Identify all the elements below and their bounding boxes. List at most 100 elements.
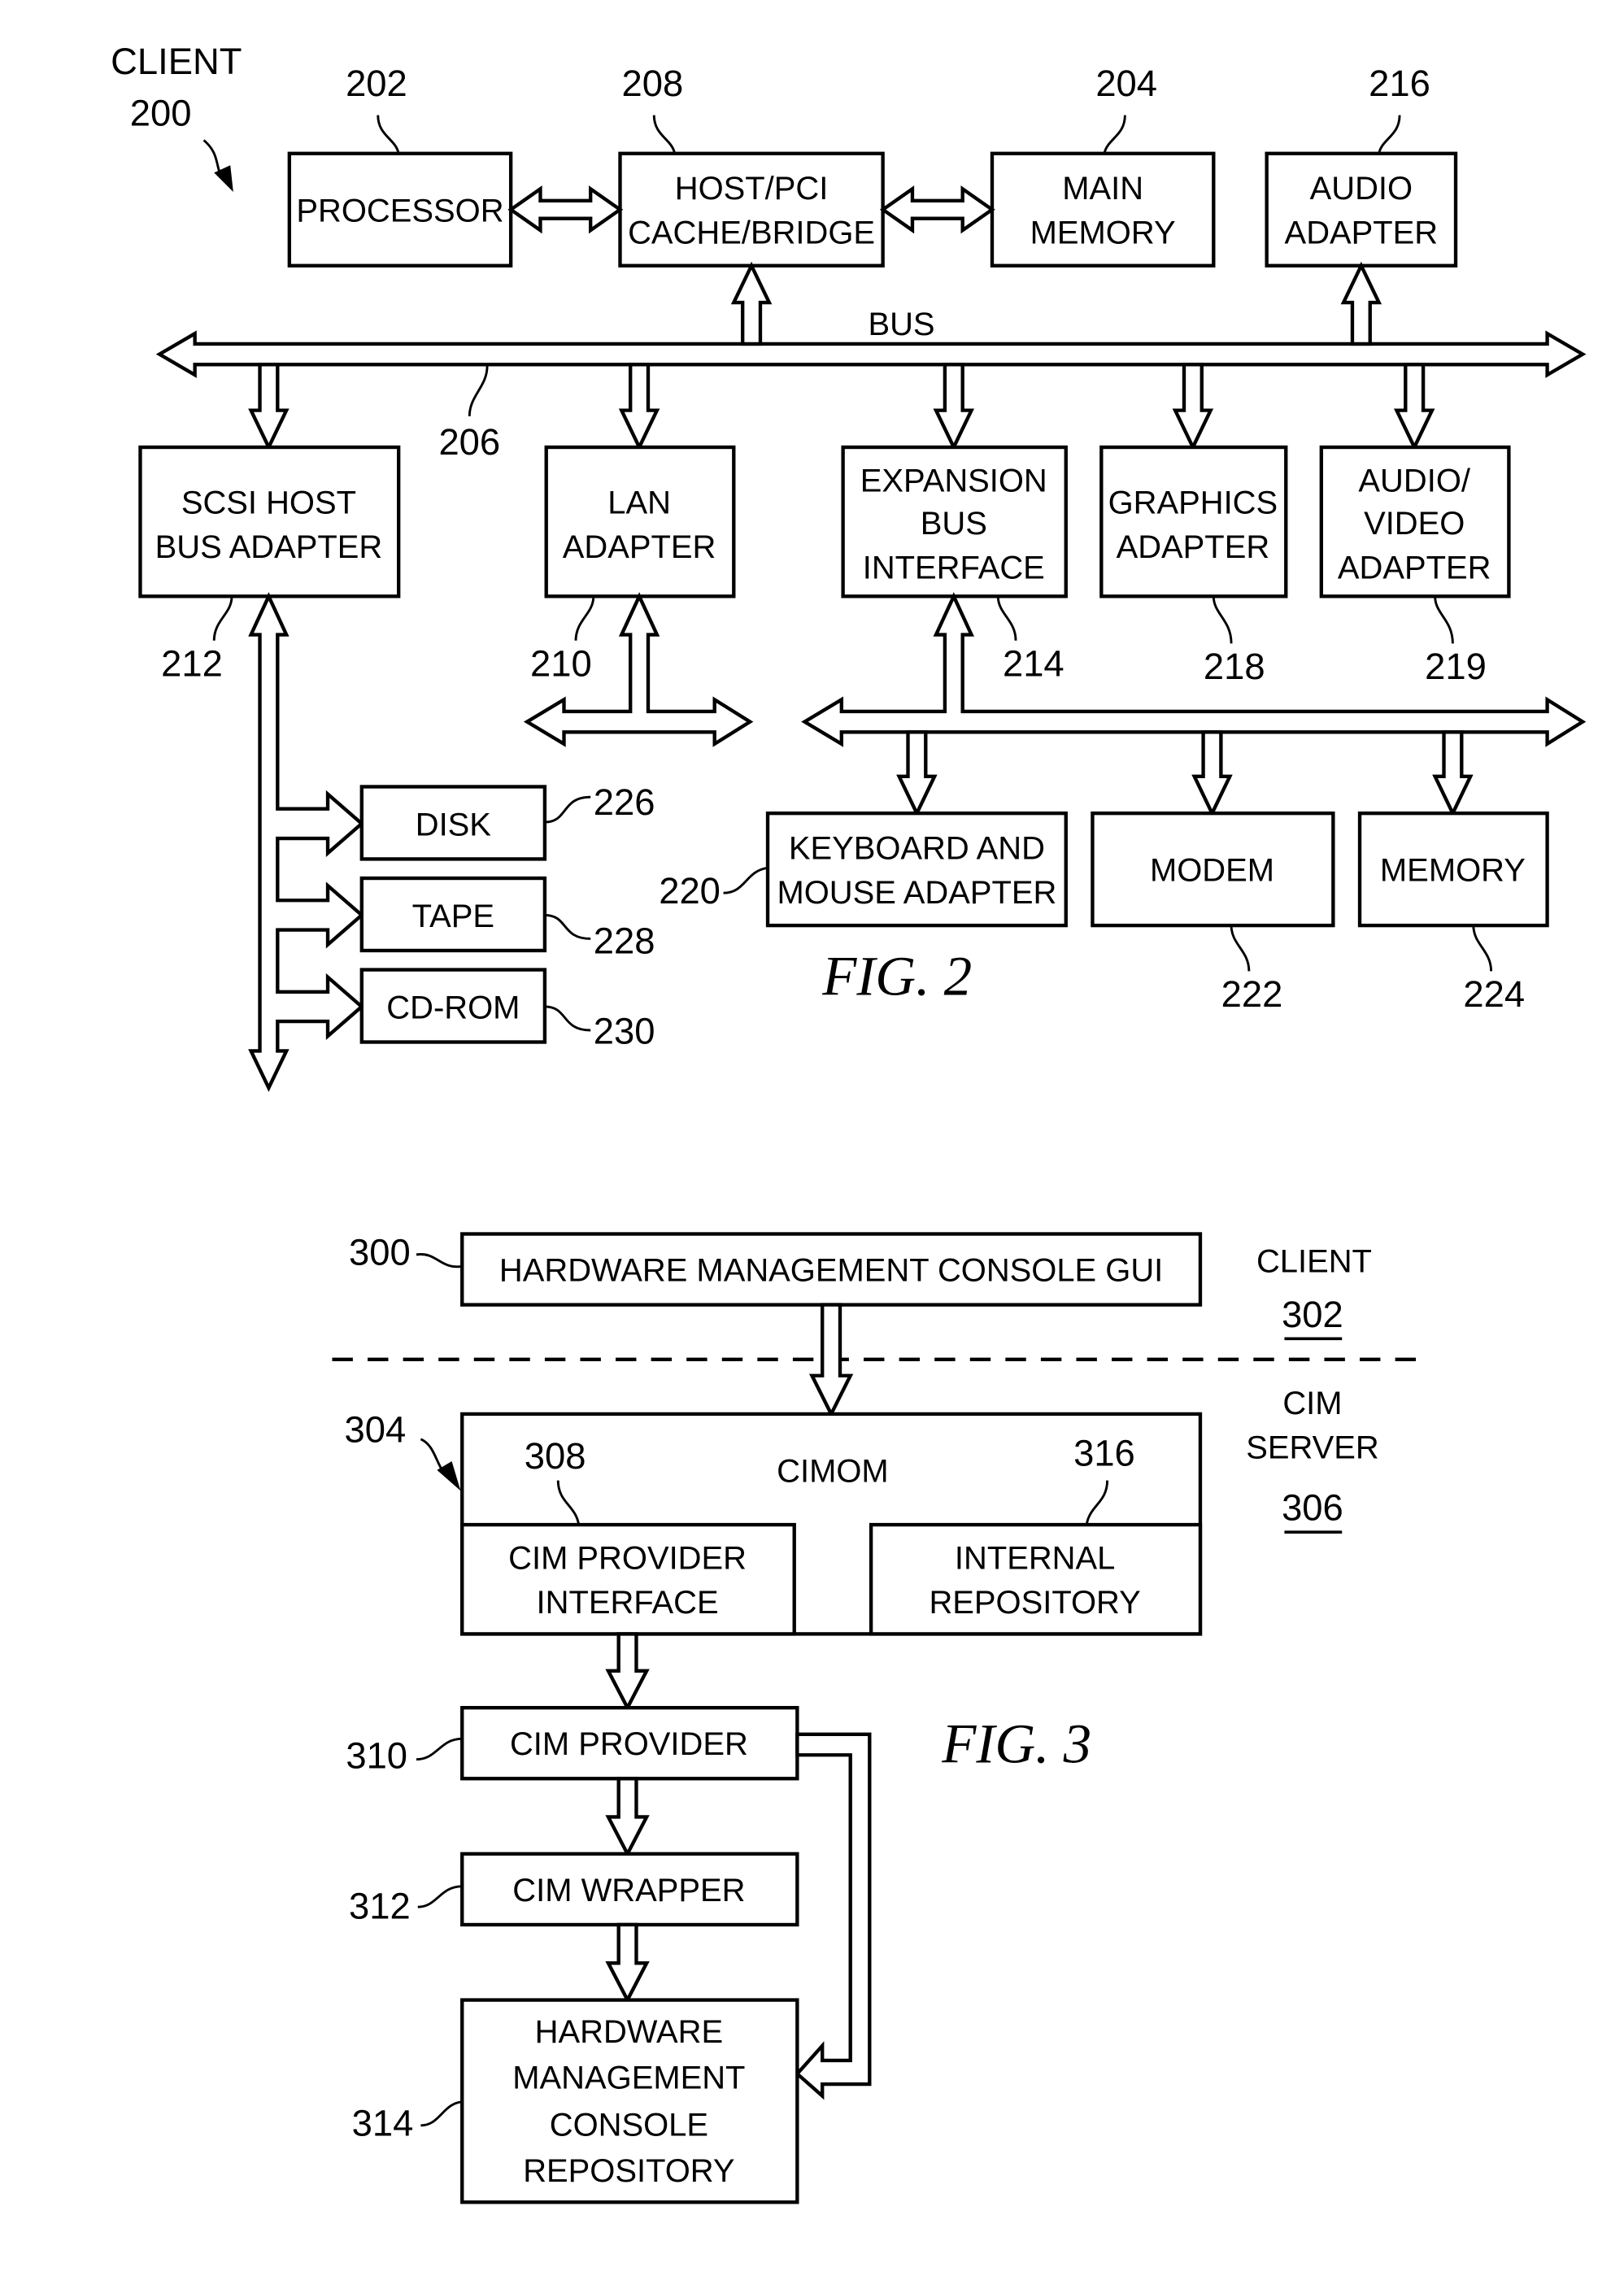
provider-interface-ref: 308 (525, 1435, 586, 1477)
disk-leader-line (544, 795, 591, 824)
provider-interface-label-line1: CIM PROVIDER (508, 1541, 747, 1577)
keyboard-label-line2: MOUSE ADAPTER (777, 875, 1056, 911)
internal-repository-label-line2: REPOSITORY (929, 1585, 1140, 1621)
audio-video-block: AUDIO/ VIDEO ADAPTER 219 (1319, 445, 1511, 687)
main-memory-leader-line (1103, 115, 1126, 154)
modem-block: MODEM 222 (1091, 811, 1335, 1015)
bus-to-graphics-arrow-icon (1172, 363, 1214, 452)
audio-video-label-line1: AUDIO/ (1358, 463, 1470, 498)
memory-block: MEMORY 224 (1357, 811, 1549, 1015)
client-label: CLIENT (111, 41, 242, 82)
figure-2: CLIENT 200 PROCESSOR 202 HOST/PCI CACHE/… (111, 41, 1587, 1092)
bus-to-audio-arrow-icon (1340, 261, 1382, 346)
audio-video-label-line2: VIDEO (1364, 506, 1465, 542)
exp-to-keyboard-arrow-icon (896, 730, 938, 818)
provider-interface-label-line2: INTERFACE (537, 1585, 719, 1621)
tape-block: TAPE 228 (359, 876, 655, 962)
client-ref: 200 (130, 92, 192, 133)
internal-repository-ref: 316 (1073, 1432, 1135, 1473)
tape-leader-line (544, 913, 591, 940)
expansion-label-line2: BUS (921, 506, 987, 542)
disk-block: DISK 226 (359, 781, 655, 861)
fig3-server-label-line1: CIM (1282, 1386, 1342, 1421)
cdrom-leader-line (544, 1005, 591, 1032)
expansion-label-line3: INTERFACE (863, 551, 1045, 586)
provider-to-repository-bypass-arrow (795, 1732, 872, 2100)
figure-3: HARDWARE MANAGEMENT CONSOLE GUI 300 CLIE… (332, 1232, 1430, 2204)
hmc-repository-label-line2: MANAGEMENT (512, 2060, 745, 2095)
fig3-server-label-line2: SERVER (1246, 1430, 1378, 1465)
lan-ref: 210 (530, 642, 592, 684)
bus-leader-line (468, 366, 489, 416)
hmc-gui-label: HARDWARE MANAGEMENT CONSOLE GUI (499, 1253, 1163, 1289)
graphics-ref: 218 (1204, 646, 1265, 687)
modem-label: MODEM (1150, 853, 1274, 889)
hmc-gui-ref: 300 (349, 1232, 411, 1273)
lan-box (544, 445, 736, 598)
cimom-ref: 304 (345, 1408, 407, 1450)
exp-to-modem-arrow-icon (1191, 730, 1233, 818)
bus-ref: 206 (438, 421, 500, 463)
host-pci-ref: 208 (622, 63, 684, 104)
audio-adapter-block: AUDIO ADAPTER 216 (1265, 63, 1458, 268)
audio-video-leader-line (1434, 596, 1454, 644)
memory-label: MEMORY (1380, 853, 1526, 889)
hmc-repository-leader-line (420, 2100, 463, 2127)
internal-repository-label-line1: INTERNAL (955, 1541, 1115, 1577)
host-pci-leader-line (652, 115, 677, 154)
cim-provider-leader-line (416, 1737, 463, 1761)
figure-3-caption: FIG. 3 (941, 1712, 1091, 1774)
provider-to-wrapper-arrow-icon (605, 1777, 650, 1858)
tape-ref: 228 (594, 920, 655, 962)
processor-label: PROCESSOR (296, 193, 503, 228)
lan-leader-line (574, 596, 595, 641)
exp-to-memory-arrow-icon (1432, 730, 1474, 818)
processor-bridge-arrow-icon (507, 185, 624, 234)
cdrom-label: CD-ROM (386, 990, 520, 1025)
expansion-leader-line (996, 596, 1017, 641)
lan-label-line1: LAN (607, 485, 671, 521)
wrapper-to-repository-arrow-icon (605, 1922, 650, 2004)
keyboard-label-line1: KEYBOARD AND (789, 830, 1045, 866)
bus-label: BUS (868, 307, 934, 342)
hmc-repository-block: HARDWARE MANAGEMENT CONSOLE REPOSITORY 3… (352, 1998, 799, 2204)
scsi-box (138, 445, 401, 598)
scsi-ref: 212 (161, 642, 223, 684)
main-memory-label-line2: MEMORY (1030, 215, 1176, 251)
disk-ref: 226 (594, 781, 655, 823)
cim-wrapper-ref: 312 (349, 1886, 411, 1927)
graphics-block: GRAPHICS ADAPTER 218 (1099, 445, 1288, 687)
audio-video-ref: 219 (1425, 646, 1487, 687)
keyboard-block: KEYBOARD AND MOUSE ADAPTER 220 (659, 811, 1068, 928)
tape-label: TAPE (412, 899, 494, 934)
keyboard-ref: 220 (659, 870, 721, 912)
bus-to-scsi-arrow-icon (248, 363, 290, 452)
graphics-label-line1: GRAPHICS (1108, 485, 1278, 521)
cimom-label: CIMOM (777, 1453, 889, 1489)
main-memory-block: MAIN MEMORY 204 (990, 63, 1216, 268)
processor-block: PROCESSOR 202 (287, 63, 513, 268)
graphics-box (1099, 445, 1288, 598)
audio-adapter-label-line2: ADAPTER (1285, 215, 1439, 251)
graphics-label-line2: ADAPTER (1117, 529, 1270, 565)
expansion-label-line1: EXPANSION (860, 463, 1047, 498)
hmc-repository-label-line3: CONSOLE (550, 2108, 708, 2143)
figure-2-caption: FIG. 2 (821, 945, 972, 1007)
bus-to-lan-arrow-icon (618, 363, 660, 452)
fig3-client-ref: 302 (1282, 1294, 1343, 1335)
hmc-repository-label-line1: HARDWARE (535, 2014, 723, 2050)
disk-label: DISK (416, 807, 492, 842)
cim-provider-block: CIM PROVIDER 310 (346, 1705, 799, 1781)
cim-wrapper-leader-line (417, 1885, 463, 1908)
fig3-server-ref: 306 (1282, 1487, 1343, 1529)
host-pci-label-line2: CACHE/BRIDGE (628, 215, 875, 251)
cim-provider-ref: 310 (346, 1735, 407, 1777)
processor-ref: 202 (346, 63, 407, 104)
cdrom-block: CD-ROM 230 (359, 968, 655, 1051)
graphics-leader-line (1212, 596, 1233, 644)
scsi-storage-bus-arrow (248, 592, 365, 1092)
modem-leader-line (1230, 925, 1251, 972)
keyboard-leader-line (723, 866, 768, 894)
host-pci-block: HOST/PCI CACHE/BRIDGE 208 (618, 63, 885, 268)
bus-to-expansion-arrow-icon (933, 363, 975, 452)
